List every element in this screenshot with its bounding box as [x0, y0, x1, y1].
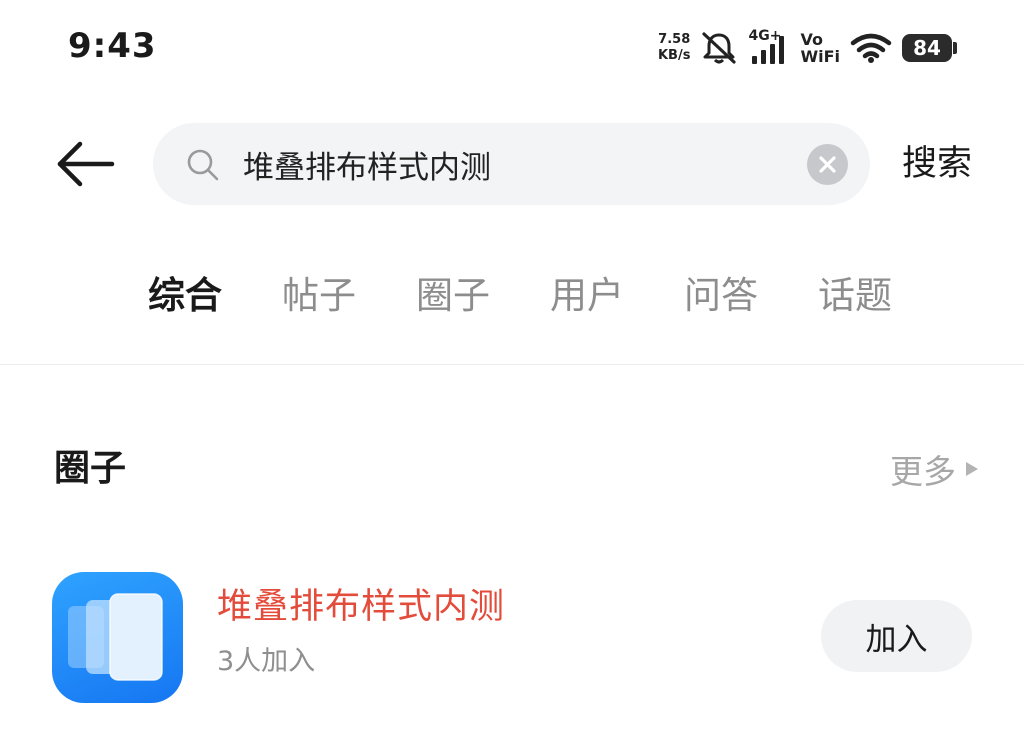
vowifi-bottom: WiFi: [800, 47, 840, 66]
cellular-signal: 4G+: [748, 28, 790, 66]
back-arrow-icon[interactable]: [54, 138, 116, 190]
search-icon: [187, 149, 219, 181]
more-label: 更多: [890, 452, 956, 491]
circle-result-item[interactable]: 堆叠排布样式内测 3人加入 加入: [0, 560, 1024, 710]
status-icons: 7.58 KB/s 4G+ Vo WiFi 84: [658, 28, 958, 68]
join-button[interactable]: 加入: [821, 600, 972, 672]
section-title: 圈子: [54, 448, 127, 489]
tab-posts[interactable]: 帖子: [282, 268, 356, 324]
network-speed-value: 7.58: [658, 32, 691, 47]
more-link[interactable]: 更多: [890, 444, 978, 494]
tab-topics[interactable]: 话题: [818, 268, 892, 324]
vowifi-top: Vo: [800, 30, 823, 49]
result-tabs: 综合 帖子 圈子 用户 问答 话题: [148, 268, 952, 324]
chevron-right-icon: [966, 462, 978, 476]
close-icon: [819, 156, 836, 173]
status-time: 9:43: [68, 26, 157, 66]
circle-name: 堆叠排布样式内测: [217, 587, 506, 627]
tab-all[interactable]: 综合: [148, 268, 222, 324]
battery-indicator: 84: [902, 33, 958, 63]
vowifi-indicator: Vo WiFi: [800, 31, 840, 65]
circle-avatar: [52, 572, 183, 703]
tab-qa[interactable]: 问答: [684, 268, 758, 324]
bell-muted-icon: [702, 32, 737, 64]
search-input[interactable]: [243, 123, 783, 205]
search-button[interactable]: 搜索: [902, 140, 972, 188]
clear-search-button[interactable]: [807, 144, 848, 185]
tabs-divider: [0, 364, 1024, 365]
signal-bars-icon: [752, 36, 785, 64]
battery-level: 84: [902, 34, 952, 62]
network-speed: 7.58 KB/s: [658, 32, 690, 64]
circle-member-count: 3人加入: [217, 646, 316, 677]
battery-tip: [953, 42, 957, 54]
tab-circles[interactable]: 圈子: [416, 268, 490, 324]
wifi-icon: [850, 33, 892, 63]
search-bar: [153, 123, 870, 205]
stacked-cards-icon: [68, 593, 163, 681]
tab-users[interactable]: 用户: [550, 268, 624, 324]
network-speed-unit: KB/s: [657, 48, 691, 63]
